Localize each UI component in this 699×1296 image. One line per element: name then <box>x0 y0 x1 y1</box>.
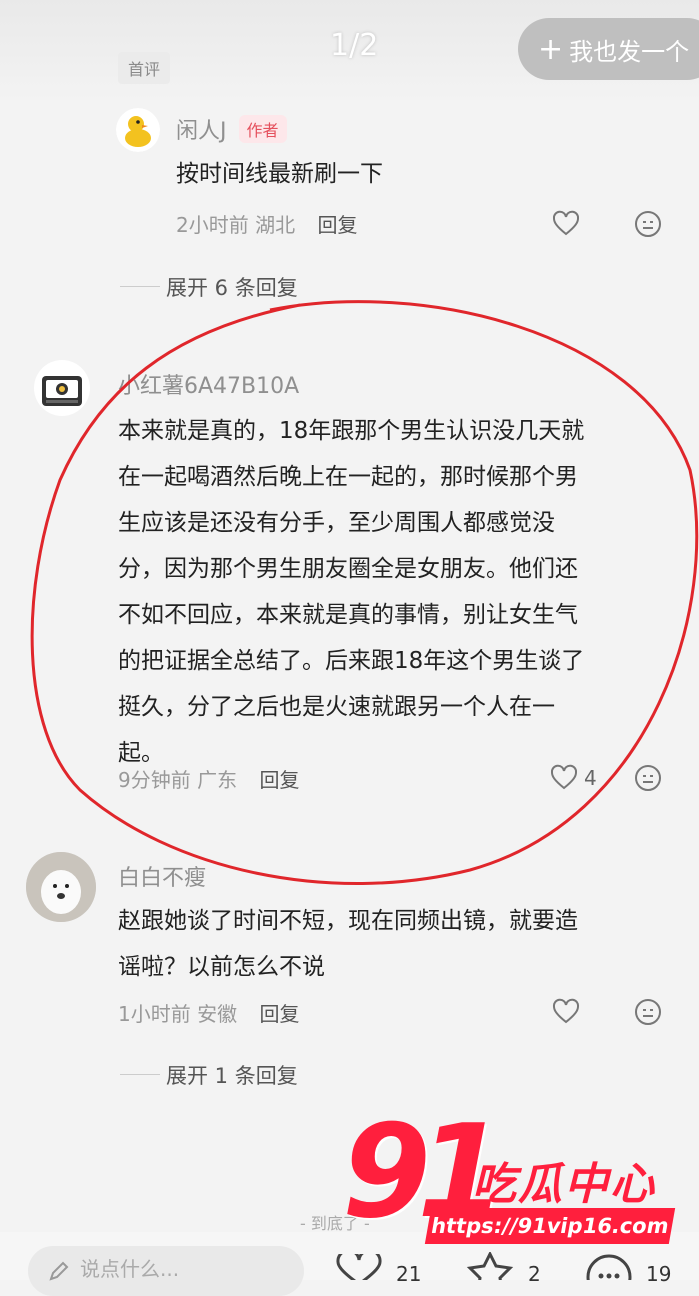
comment-location: 安徽 <box>197 1002 238 1026</box>
star-icon[interactable] <box>466 1252 514 1280</box>
emoji-icon[interactable] <box>634 998 662 1026</box>
username[interactable]: 白白不瘦 <box>118 860 206 892</box>
dog-avatar-icon <box>26 852 96 922</box>
comment-input-placeholder: 说点什么... <box>80 1257 180 1281</box>
star-total: 2 <box>528 1262 541 1286</box>
comment-icon[interactable] <box>584 1252 634 1280</box>
comment-text: 赵跟她谈了时间不短，现在同频出镜，就要造 谣啦？以前怎么不说 <box>118 898 678 990</box>
comment-meta: 1小时前 安徽 回复 <box>118 998 299 1027</box>
watermark-title: 吃瓜中心 <box>472 1159 656 1210</box>
avatar[interactable] <box>26 852 96 922</box>
annotation-circle <box>30 300 699 885</box>
like-total: 21 <box>396 1262 422 1286</box>
comment-text-line: 谣啦？以前怎么不说 <box>118 954 325 980</box>
comment-total: 19 <box>646 1262 672 1286</box>
like-icon[interactable] <box>334 1254 384 1280</box>
comment-time: 1小时前 <box>118 1002 191 1026</box>
heart-icon[interactable] <box>552 998 580 1026</box>
divider <box>120 1074 160 1075</box>
comment-input[interactable]: 说点什么... <box>28 1246 304 1296</box>
pencil-icon <box>49 1261 69 1281</box>
watermark-url: https://91vip16.com <box>424 1208 676 1244</box>
expand-replies[interactable]: 展开 1 条回复 <box>166 1060 298 1090</box>
comment-text-line: 赵跟她谈了时间不短，现在同频出镜，就要造 <box>118 908 578 934</box>
reply-button[interactable]: 回复 <box>259 1002 299 1026</box>
